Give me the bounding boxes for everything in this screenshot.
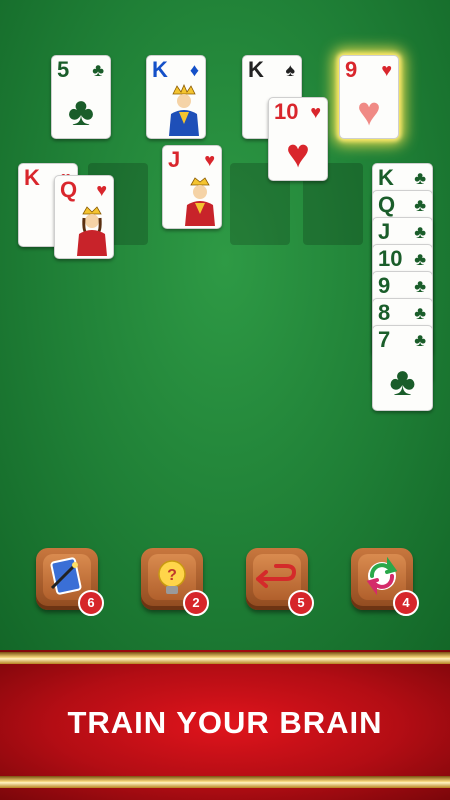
hint-button[interactable]: ? 2 (141, 548, 209, 616)
magic-wand-button[interactable]: 6 (36, 548, 104, 616)
card-rank: J (378, 219, 391, 244)
card-center-suit: ♣ (389, 360, 416, 404)
tableau-card-clubs[interactable]: 7 ♣ ♣ (372, 325, 433, 411)
card-suit: ♣ (414, 276, 426, 296)
card-suit: ♣ (414, 303, 426, 323)
card-suit: ♣ (414, 249, 426, 269)
undo-button[interactable]: 5 (246, 548, 314, 616)
card-suit: ♣ (414, 330, 426, 350)
card-suit: ♣ (414, 195, 426, 215)
card-rank: K (378, 165, 394, 190)
card-rank: 9 (378, 273, 391, 298)
gold-stripe-bottom (0, 776, 450, 788)
shuffle-button[interactable]: 4 (351, 548, 419, 616)
gold-stripe-top (0, 652, 450, 664)
count-badge: 4 (393, 590, 419, 616)
banner-title: TRAIN YOUR BRAIN (67, 705, 383, 740)
tableau-card-queen-hearts[interactable]: Q ♥ (54, 175, 114, 259)
foundation-card-diamonds[interactable]: K ♦ (146, 55, 206, 139)
jack-face-icon (185, 177, 215, 226)
card-rank: Q (378, 192, 396, 217)
queen-face-icon (77, 206, 107, 256)
moving-card-10-hearts[interactable]: 10 ♥ ♥ (268, 97, 328, 181)
card-suit: ♣ (414, 222, 426, 242)
tableau-card-jack-hearts[interactable]: J ♥ (162, 145, 222, 229)
card-suit: ♣ (414, 168, 426, 188)
svg-text:?: ? (167, 567, 177, 584)
king-face-icon (169, 84, 199, 136)
foundation-card-clubs[interactable]: 5 ♣ ♣ (51, 55, 111, 139)
count-badge: 5 (288, 590, 314, 616)
count-badge: 2 (183, 590, 209, 616)
card-rank: 8 (378, 300, 391, 325)
count-badge: 6 (78, 590, 104, 616)
foundation-card-hearts-highlighted[interactable]: 9 ♥ ♥ (339, 55, 399, 139)
card-rank: 7 (378, 327, 391, 352)
card-rank: 10 (378, 246, 403, 271)
